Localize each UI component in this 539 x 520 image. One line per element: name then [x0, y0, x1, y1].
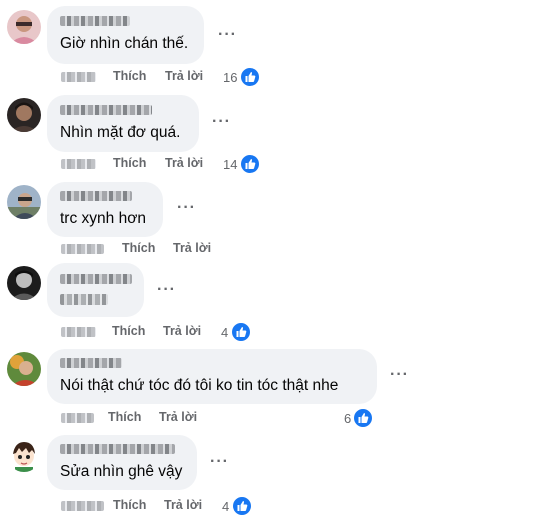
person-photo-bw-icon: [7, 266, 41, 300]
comment-timestamp[interactable]: [61, 244, 104, 254]
comment-timestamp[interactable]: [61, 159, 96, 169]
comment-timestamp[interactable]: [61, 72, 96, 82]
reply-button[interactable]: Trả lời: [159, 410, 197, 424]
like-reaction-icon: [231, 495, 253, 517]
reply-button[interactable]: Trả lời: [173, 241, 211, 255]
like-button[interactable]: Thích: [112, 324, 145, 338]
reply-button[interactable]: Trả lời: [163, 324, 201, 338]
comment-text: Sửa nhìn ghê vậy: [60, 463, 183, 480]
person-photo-dark-icon: [7, 98, 41, 132]
commenter-name[interactable]: [60, 358, 122, 368]
comment-thread: Giờ nhìn chán thế. ··· Thích Trả lời 16 …: [0, 0, 539, 520]
like-button[interactable]: Thích: [108, 410, 141, 424]
avatar[interactable]: [7, 185, 41, 219]
commenter-name[interactable]: [60, 191, 132, 201]
comment-timestamp[interactable]: [61, 327, 96, 337]
avatar[interactable]: [7, 10, 41, 44]
reaction-count[interactable]: 4: [221, 325, 228, 340]
like-button[interactable]: Thích: [122, 241, 155, 255]
avatar[interactable]: [7, 352, 41, 386]
comment-text: Giờ nhìn chán thế.: [60, 35, 189, 52]
reaction-count[interactable]: 16: [223, 70, 237, 85]
comment-timestamp[interactable]: [61, 413, 94, 423]
more-options-button[interactable]: ···: [157, 282, 176, 298]
cartoon-avatar-icon: [7, 438, 41, 472]
like-reaction-icon: [352, 407, 374, 429]
comment-timestamp[interactable]: [61, 501, 104, 511]
reply-button[interactable]: Trả lời: [164, 498, 202, 512]
like-reaction-icon: [239, 66, 261, 88]
comment-bubble: [47, 263, 144, 317]
like-reaction-icon: [230, 321, 252, 343]
comment-text: [60, 294, 108, 305]
person-photo-nature-icon: [7, 352, 41, 386]
avatar[interactable]: [7, 98, 41, 132]
more-options-button[interactable]: ···: [210, 454, 229, 470]
like-reaction-icon: [239, 153, 261, 175]
commenter-name[interactable]: [60, 105, 152, 115]
more-options-button[interactable]: ···: [212, 114, 231, 130]
like-button[interactable]: Thích: [113, 498, 146, 512]
comment-text: Nhìn mặt đơ quá.: [60, 124, 181, 141]
comment-text: trc xynh hơn: [60, 210, 146, 227]
more-options-button[interactable]: ···: [218, 27, 237, 43]
reaction-count[interactable]: 4: [222, 499, 229, 514]
reaction-count[interactable]: 6: [344, 411, 351, 426]
more-options-button[interactable]: ···: [390, 367, 409, 383]
reaction-count[interactable]: 14: [223, 157, 237, 172]
reply-button[interactable]: Trả lời: [165, 156, 203, 170]
commenter-name[interactable]: [60, 16, 130, 26]
person-photo-outdoor-icon: [7, 185, 41, 219]
avatar[interactable]: [7, 438, 41, 472]
person-photo-pink-icon: [7, 10, 41, 44]
commenter-name[interactable]: [60, 274, 132, 284]
like-button[interactable]: Thích: [113, 156, 146, 170]
avatar[interactable]: [7, 266, 41, 300]
more-options-button[interactable]: ···: [177, 200, 196, 216]
commenter-name[interactable]: [60, 444, 175, 454]
like-button[interactable]: Thích: [113, 69, 146, 83]
reply-button[interactable]: Trả lời: [165, 69, 203, 83]
comment-text: Nói thật chứ tóc đó tôi ko tin tóc thật …: [60, 377, 339, 394]
